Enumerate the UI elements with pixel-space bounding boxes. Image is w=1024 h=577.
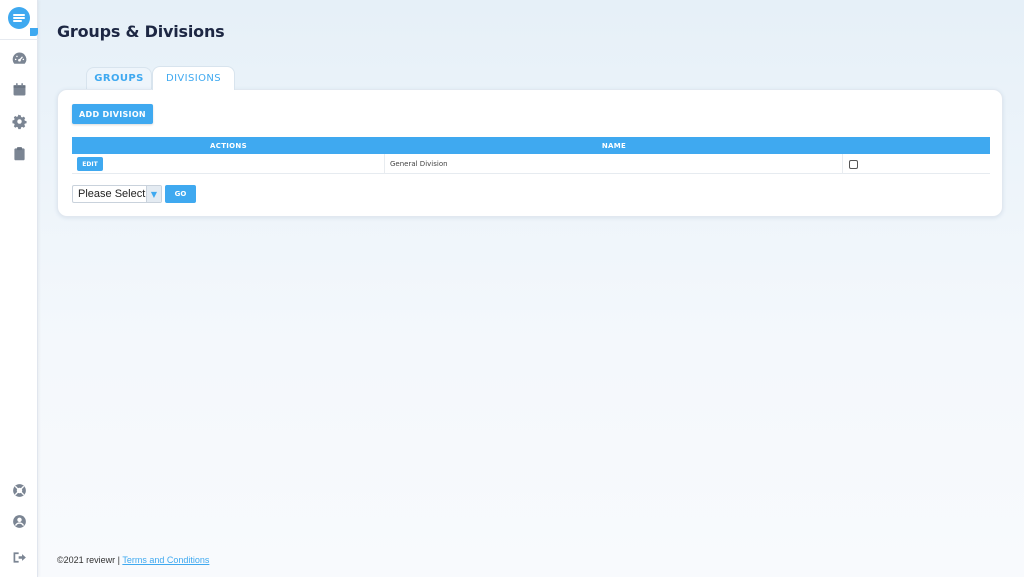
sidebar [0,0,38,577]
go-button[interactable]: GO [165,185,196,203]
division-name-cell: General Division [385,154,843,174]
actions-cell: EDIT [72,154,385,174]
row-select-checkbox[interactable] [849,159,858,169]
column-header-actions: ACTIONS [210,141,247,150]
sidebar-divider [0,39,38,40]
clipboard-icon[interactable] [10,144,28,162]
dashboard-gauge-icon[interactable] [10,49,28,67]
terms-link[interactable]: Terms and Conditions [122,555,209,565]
edit-button[interactable]: EDIT [77,157,103,171]
footer-copyright: ©2021 reviewr | [57,555,120,565]
bulk-action-select-value: Please Select [78,188,146,200]
column-header-select [843,137,990,154]
column-header-name: NAME [601,141,627,150]
lifebuoy-icon[interactable] [10,481,28,499]
calendar-icon[interactable] [10,80,28,98]
select-cell [843,154,990,174]
footer: ©2021 reviewr | Terms and Conditions [57,555,209,565]
user-circle-icon[interactable] [10,512,28,530]
chevron-down-icon[interactable]: ▼ [146,186,161,202]
chat-bubble-icon[interactable] [8,7,38,36]
add-division-button[interactable]: ADD DIVISION [72,104,153,124]
table-row: EDIT General Division [72,154,990,174]
table-header: ACTIONS NAME [72,137,990,154]
page-title: Groups & Divisions [57,22,225,41]
bulk-action-select[interactable]: Please Select ▼ [72,185,162,203]
divisions-panel: ADD DIVISION ACTIONS NAME EDIT General D… [57,89,1003,217]
divisions-table: ACTIONS NAME EDIT General Division [72,137,990,174]
tab-groups[interactable]: GROUPS [86,67,152,89]
gear-icon[interactable] [10,112,28,130]
logout-icon[interactable] [10,548,28,566]
tab-divisions[interactable]: DIVISIONS [152,66,235,90]
